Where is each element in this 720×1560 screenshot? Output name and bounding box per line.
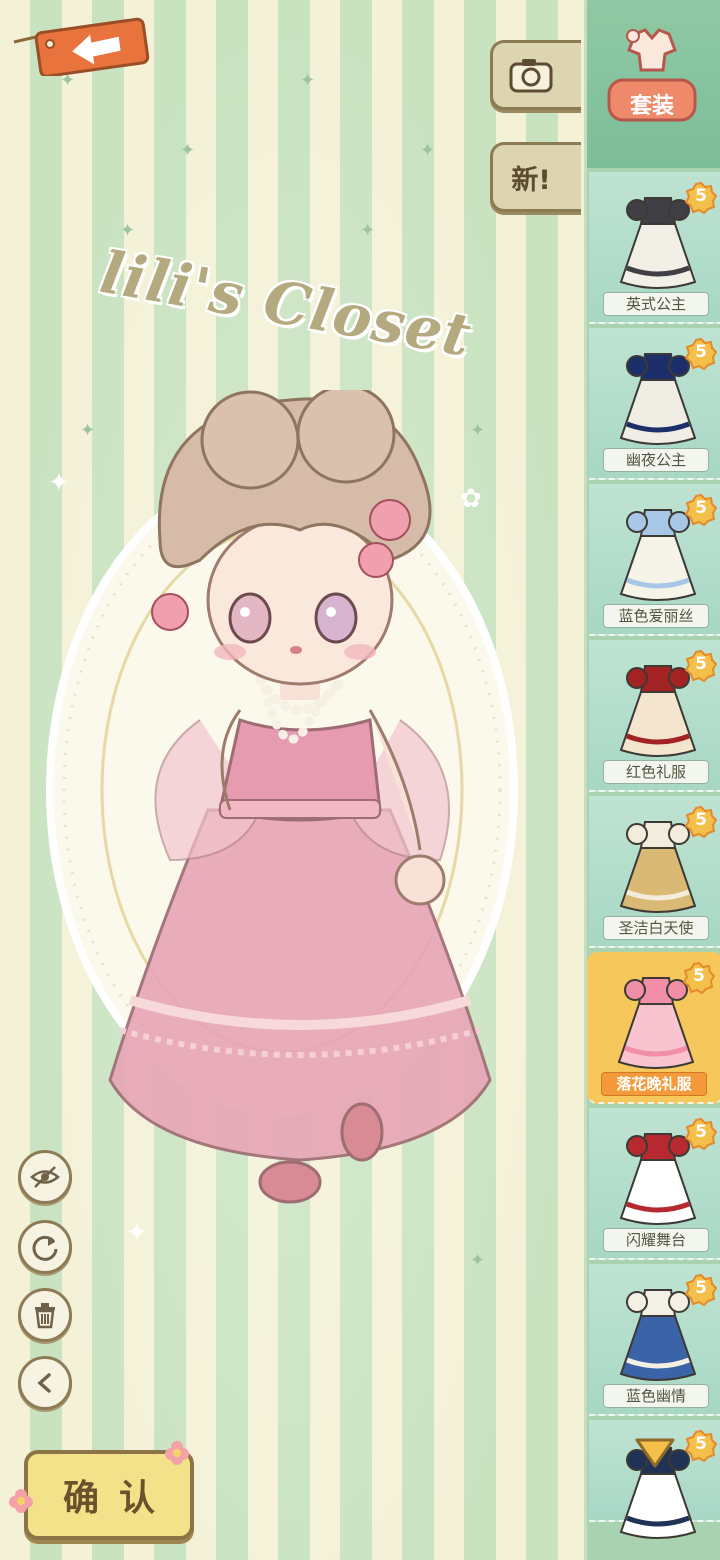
outfit-sidebar: 套装 5 英式公主 5 幽夜公主 5 蓝色爱丽丝 5 红色礼服 5 圣洁白天使 5 落花晚礼服 5 闪耀舞… (584, 0, 720, 1560)
sparkle-icon: ✦ (360, 220, 376, 241)
outfit-card[interactable]: 5 落花晚礼服 (587, 952, 720, 1104)
dressup-character (108, 390, 492, 1204)
outfit-label: 英式公主 (603, 292, 709, 316)
back-button[interactable] (10, 14, 150, 76)
sparkle-icon: ✦ (300, 70, 316, 91)
cost-value: 5 (695, 1278, 707, 1298)
reset-button[interactable] (18, 1220, 72, 1274)
sparkle-icon: ✦ (120, 220, 136, 241)
outfit-label: 闪耀舞台 (603, 1228, 709, 1252)
eye-slash-icon (30, 1166, 60, 1188)
outfit-card[interactable]: 5 英式公主 (589, 172, 720, 324)
confirm-label: 确认 (62, 1478, 175, 1519)
outfit-label: 红色礼服 (603, 760, 709, 784)
outfit-card[interactable]: 5 闪耀舞台 (589, 1108, 720, 1260)
chevron-left-icon (37, 1373, 51, 1393)
flower-icon (165, 1441, 189, 1465)
trash-icon (35, 1303, 55, 1329)
camera-button[interactable] (490, 40, 581, 110)
undo-button[interactable] (18, 1356, 72, 1410)
delete-button[interactable] (18, 1288, 72, 1342)
outfit-card[interactable]: 5 幽夜公主 (589, 328, 720, 480)
left-arrow-icon (13, 17, 150, 76)
camera-icon (509, 59, 553, 93)
cost-value: 5 (695, 186, 707, 206)
rotate-icon (32, 1235, 58, 1261)
flower-icon (9, 1489, 33, 1513)
sidebar-header: 套装 (587, 0, 720, 168)
cost-value: 5 (693, 966, 705, 986)
sparkle-icon: ✦ (180, 140, 196, 161)
suit-tab-label: 套装 (629, 94, 674, 119)
new-label: 新! (511, 164, 551, 196)
outfit-card[interactable]: 5 蓝色爱丽丝 (589, 484, 720, 636)
outfit-card[interactable]: 5 圣洁白天使 (589, 796, 720, 948)
outfit-list[interactable]: 5 英式公主 5 幽夜公主 5 蓝色爱丽丝 5 红色礼服 5 圣洁白天使 5 落花晚礼服 5 闪耀舞台 5 蓝… (587, 168, 720, 1560)
outfit-label: 蓝色幽情 (603, 1384, 709, 1408)
sparkle-icon: ✦ (420, 140, 436, 161)
suit-tab[interactable]: 套装 (605, 24, 699, 128)
cost-value: 5 (695, 1434, 707, 1454)
sparkle-icon: ✦ (470, 1250, 486, 1271)
hide-button[interactable] (18, 1150, 72, 1204)
new-button[interactable]: 新! (490, 142, 581, 212)
cost-value: 5 (695, 1122, 707, 1142)
outfit-label: 蓝色爱丽丝 (603, 604, 709, 628)
cost-value: 5 (695, 342, 707, 362)
cost-value: 5 (695, 810, 707, 830)
outfit-label: 落花晚礼服 (601, 1072, 707, 1096)
cost-value: 5 (695, 654, 707, 674)
scroll-down-icon[interactable] (635, 1436, 675, 1470)
cost-value: 5 (695, 498, 707, 518)
outfit-card[interactable]: 5 蓝色幽情 (589, 1264, 720, 1416)
outfit-label: 幽夜公主 (603, 448, 709, 472)
dressup-stage: ✦ ✦ ✦ ✦ ✦ ✦ ✦ ✦ ✦ ✿ ✦ ✦ 新! lili's Closet (0, 0, 584, 1560)
outfit-label: 圣洁白天使 (603, 916, 709, 940)
outfit-card[interactable]: 5 红色礼服 (589, 640, 720, 792)
